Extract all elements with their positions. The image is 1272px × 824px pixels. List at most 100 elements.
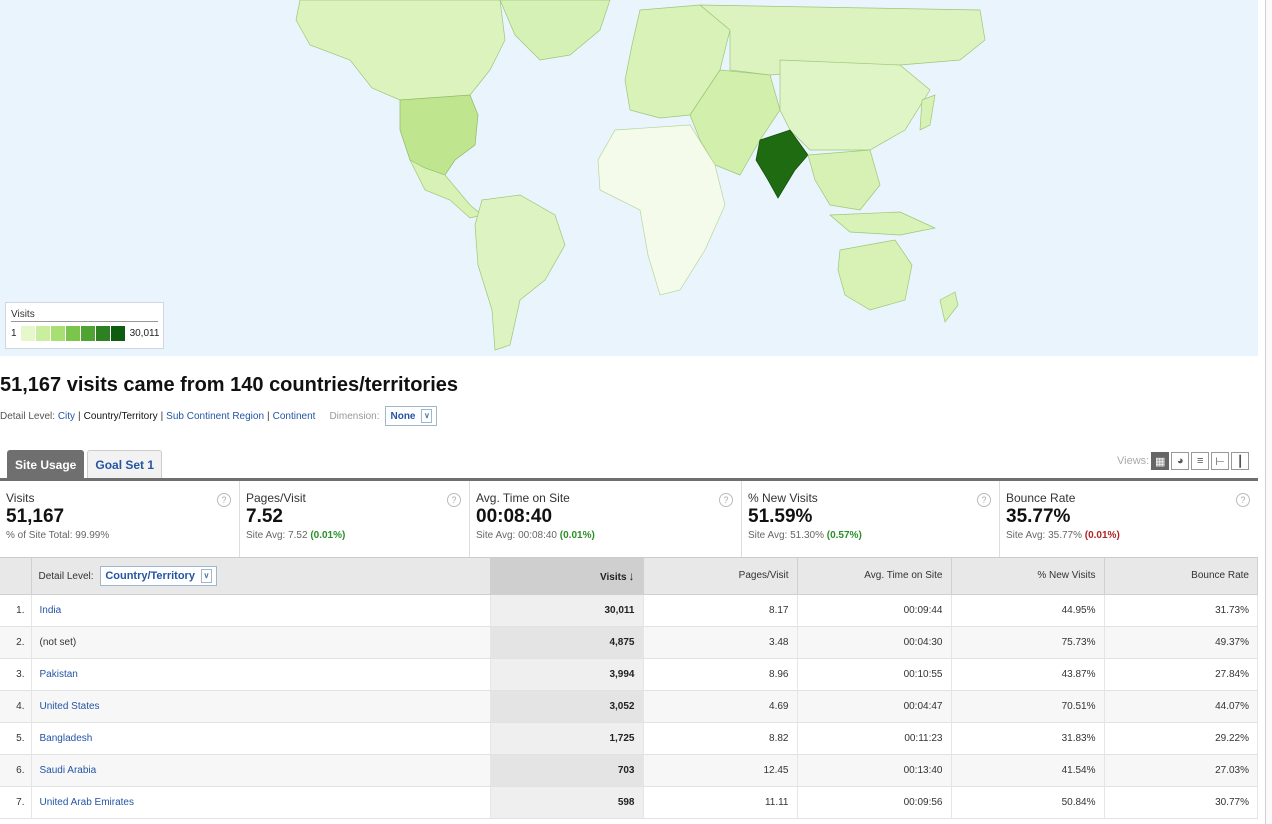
metric-avg-time: Avg. Time on Site 00:08:40 Site Avg: 00:…	[470, 481, 742, 557]
row-index: 4.	[0, 690, 32, 723]
table-view-icon[interactable]: ▦	[1151, 452, 1170, 470]
legend-color-scale	[20, 326, 126, 341]
map-region-south-america[interactable]	[474, 194, 566, 351]
views-switcher: Views: ▦ ◕ ≡ ⊢ ┃	[1117, 452, 1250, 470]
country-link[interactable]: Pakistan	[40, 669, 78, 680]
country-link[interactable]: United States	[40, 701, 100, 712]
country-table: Detail Level: Country/Territory ∨ Visits…	[0, 558, 1258, 819]
map-region-indonesia[interactable]	[829, 211, 937, 236]
sort-down-icon: ↓	[628, 568, 635, 583]
metric-pages-visit: Pages/Visit 7.52 Site Avg: 7.52 (0.01%) …	[240, 481, 470, 557]
detail-level-city-link[interactable]: City	[58, 411, 75, 422]
legend-swatch	[20, 326, 36, 341]
row-index: 6.	[0, 754, 32, 787]
map-region-new-zealand[interactable]	[939, 291, 959, 323]
map-region-china[interactable]	[779, 59, 931, 151]
world-map[interactable]: Visits 1 30,011	[0, 0, 1258, 356]
row-pages-visit: 8.17	[643, 594, 798, 627]
country-link[interactable]: United Arab Emirates	[40, 797, 135, 808]
table-row: 4. United States 3,052 4.69 00:04:47 70.51% 44…	[0, 690, 1258, 723]
column-header-pages-visit[interactable]: Pages/Visit	[643, 558, 798, 595]
row-pages-visit: 4.69	[643, 690, 798, 723]
row-new-visits: 70.51%	[951, 690, 1105, 723]
row-new-visits: 50.84%	[951, 786, 1105, 819]
country-link[interactable]: India	[40, 605, 62, 616]
row-pages-visit: 3.48	[643, 626, 798, 659]
row-visits: 703	[490, 754, 644, 787]
detail-level-subcontinent-link[interactable]: Sub Continent Region	[166, 411, 264, 422]
help-icon[interactable]: ?	[719, 493, 733, 507]
row-bounce-rate: 27.84%	[1104, 658, 1258, 691]
column-header-visits[interactable]: Visits ↓	[490, 558, 644, 595]
column-header-bounce-rate[interactable]: Bounce Rate	[1104, 558, 1258, 595]
table-detail-level-select[interactable]: Country/Territory ∨	[100, 565, 217, 586]
row-new-visits: 31.83%	[951, 722, 1105, 755]
metric-value: 7.52	[246, 506, 283, 527]
row-bounce-rate: 49.37%	[1104, 626, 1258, 659]
pivot-view-icon[interactable]: ┃	[1231, 452, 1250, 470]
table-row: 2. (not set) 4,875 3.48 00:04:30 75.73% 49.37%	[0, 626, 1258, 659]
map-region-japan[interactable]	[919, 94, 936, 131]
metric-value: 00:08:40	[476, 506, 553, 527]
table-detail-level-label: Detail Level:	[38, 570, 94, 582]
detail-level-bar: Detail Level: City | Country/Territory |…	[0, 406, 438, 426]
row-visits: 3,052	[490, 690, 644, 723]
map-region-africa[interactable]	[597, 124, 726, 296]
help-icon[interactable]: ?	[217, 493, 231, 507]
row-dimension: Saudi Arabia	[31, 754, 491, 787]
row-new-visits: 75.73%	[951, 626, 1105, 659]
metric-delta: (0.01%)	[1084, 530, 1120, 541]
metric-subtext: Site Avg: 7.52 (0.01%)	[246, 530, 346, 541]
legend-swatch	[80, 326, 96, 341]
metric-bounce-rate: Bounce Rate 35.77% Site Avg: 35.77% (0.0…	[1000, 481, 1258, 557]
page-scrollbar[interactable]	[1265, 0, 1272, 824]
row-bounce-rate: 31.73%	[1104, 594, 1258, 627]
table-row: 7. United Arab Emirates 598 11.11 00:09:56 50…	[0, 786, 1258, 819]
row-bounce-rate: 27.03%	[1104, 754, 1258, 787]
detail-level-continent-link[interactable]: Continent	[273, 411, 316, 422]
map-region-southeast-asia[interactable]	[807, 149, 881, 211]
metric-subtext: Site Avg: 00:08:40 (0.01%)	[476, 530, 595, 541]
metric-scorecard: Visits 51,167 % of Site Total: 99.99% ? …	[0, 478, 1258, 558]
dimension-select-value: None	[390, 410, 416, 422]
row-index: 5.	[0, 722, 32, 755]
tab-goal-set-1[interactable]: Goal Set 1	[87, 450, 163, 478]
row-dimension: India	[31, 594, 491, 627]
row-avg-time: 00:09:44	[797, 594, 952, 627]
row-new-visits: 41.54%	[951, 754, 1105, 787]
performance-view-icon[interactable]: ≡	[1191, 452, 1210, 470]
help-icon[interactable]: ?	[447, 493, 461, 507]
views-label: Views:	[1117, 455, 1150, 467]
metric-name: % New Visits	[748, 491, 818, 505]
row-index: 1.	[0, 594, 32, 627]
comparison-view-icon[interactable]: ⊢	[1211, 452, 1230, 470]
row-dimension: Bangladesh	[31, 722, 491, 755]
column-header-new-visits[interactable]: % New Visits	[951, 558, 1105, 595]
column-header-avg-time[interactable]: Avg. Time on Site	[797, 558, 952, 595]
country-link[interactable]: Saudi Arabia	[40, 765, 97, 776]
pie-view-icon[interactable]: ◕	[1171, 452, 1190, 470]
metric-value: 35.77%	[1006, 506, 1071, 527]
dimension-select[interactable]: None ∨	[385, 406, 438, 426]
row-dimension: (not set)	[31, 626, 491, 659]
tab-site-usage[interactable]: Site Usage	[7, 450, 85, 478]
map-region-canada[interactable]	[295, 0, 506, 101]
metric-subtext: Site Avg: 51.30% (0.57%)	[748, 530, 862, 541]
row-avg-time: 00:04:47	[797, 690, 952, 723]
country-link[interactable]: Bangladesh	[40, 733, 93, 744]
row-bounce-rate: 29.22%	[1104, 722, 1258, 755]
metric-visits: Visits 51,167 % of Site Total: 99.99% ?	[0, 481, 240, 557]
help-icon[interactable]: ?	[1236, 493, 1250, 507]
table-row: 5. Bangladesh 1,725 8.82 00:11:23 31.83% 29.22…	[0, 722, 1258, 755]
dimension-label: Dimension:	[329, 410, 380, 422]
row-visits: 598	[490, 786, 644, 819]
row-new-visits: 43.87%	[951, 658, 1105, 691]
row-pages-visit: 8.82	[643, 722, 798, 755]
legend-title: Visits	[11, 309, 158, 322]
legend-swatch	[35, 326, 51, 341]
legend-min: 1	[11, 328, 17, 339]
map-region-greenland[interactable]	[499, 0, 611, 61]
row-avg-time: 00:04:30	[797, 626, 952, 659]
help-icon[interactable]: ?	[977, 493, 991, 507]
map-region-australia[interactable]	[837, 239, 913, 311]
